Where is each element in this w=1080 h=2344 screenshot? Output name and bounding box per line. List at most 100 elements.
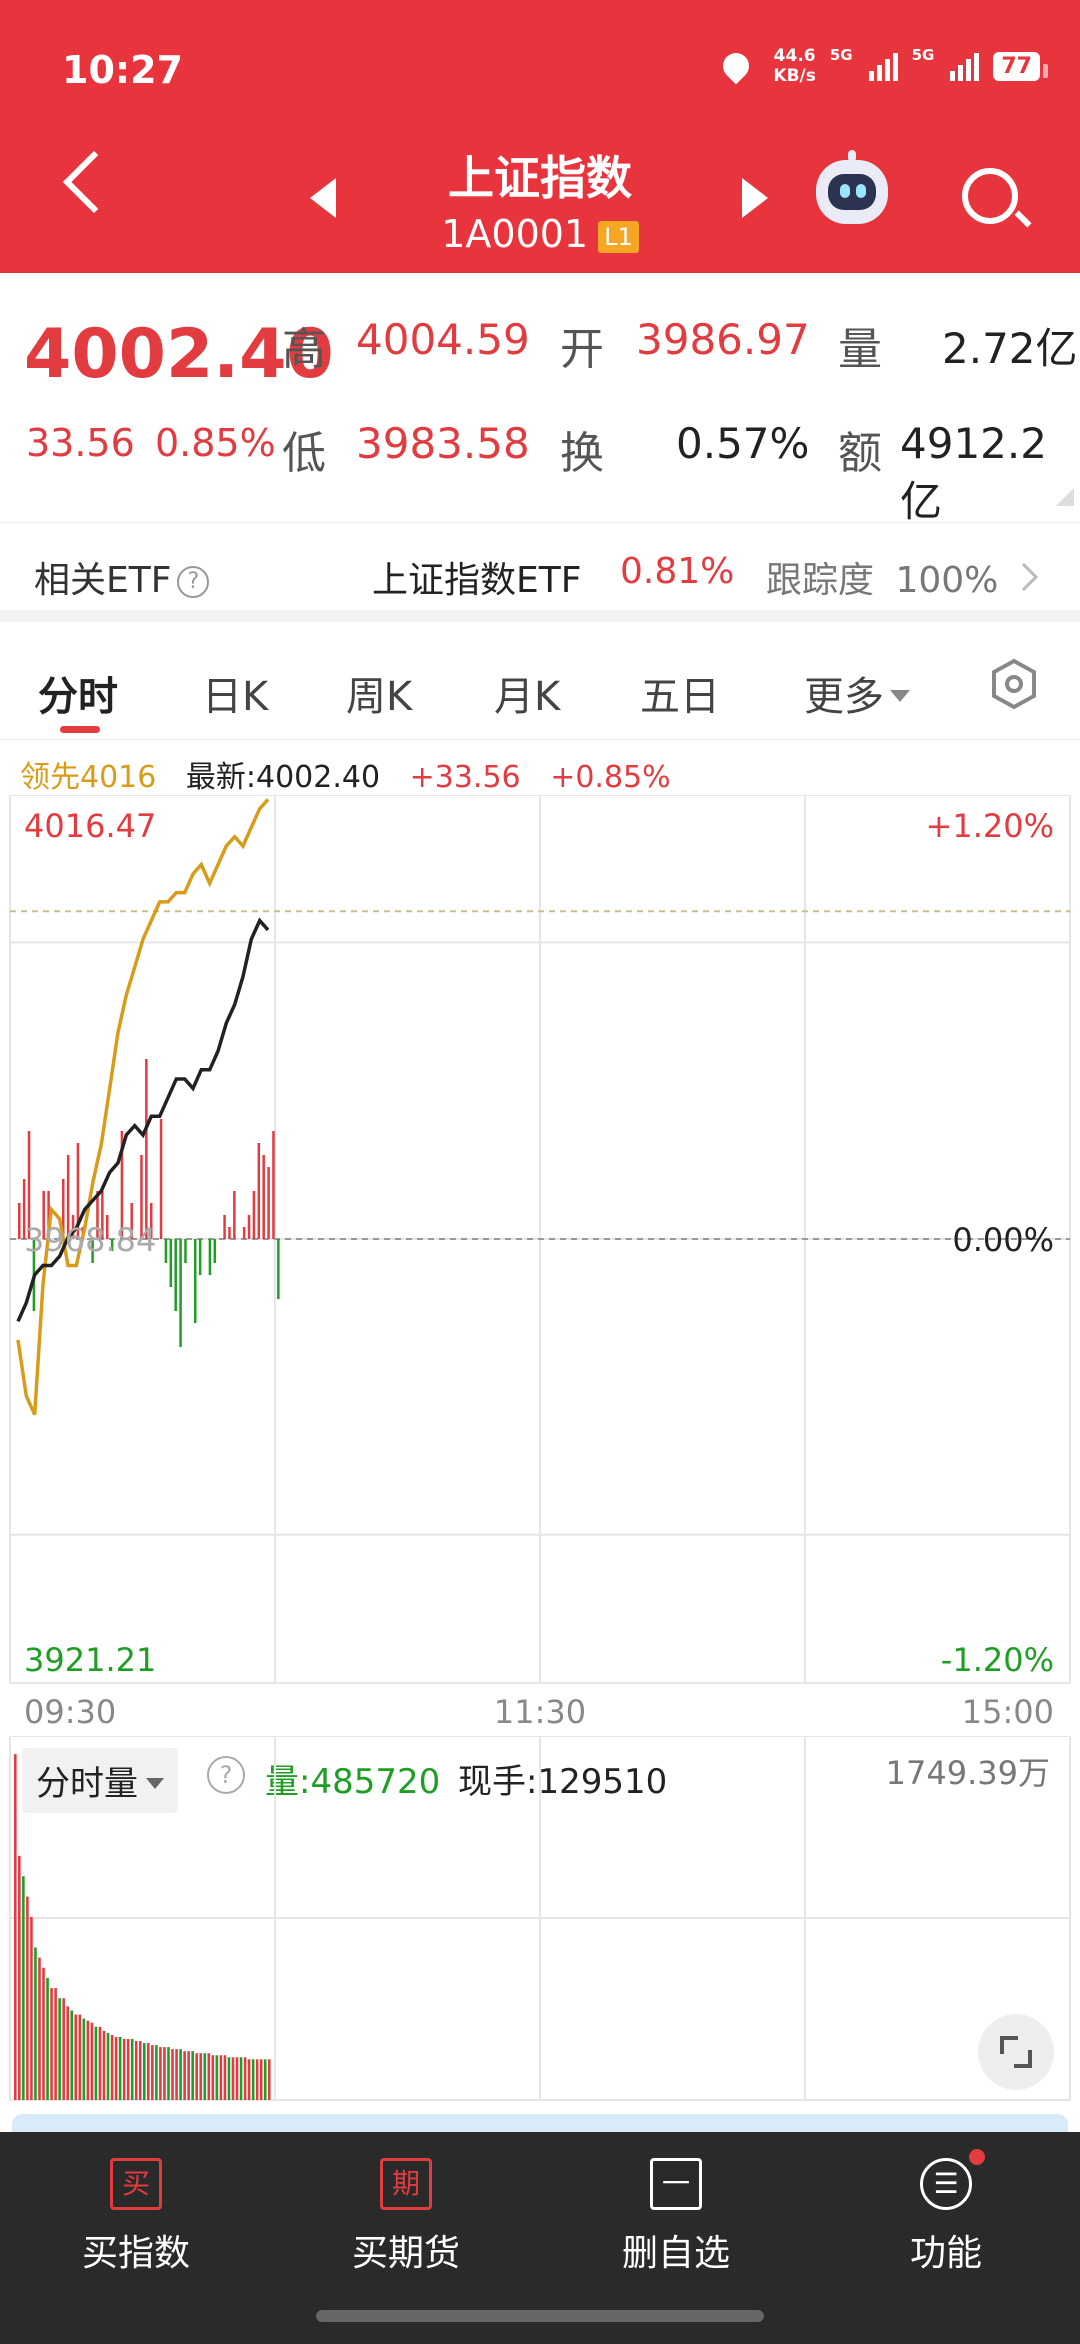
minus-box-icon: 一 bbox=[650, 2158, 702, 2210]
etf-tracking-value: 100% bbox=[895, 560, 999, 601]
volume-bar bbox=[46, 1977, 49, 2100]
breadth-bar bbox=[267, 1167, 270, 1239]
etf-pct: 0.81% bbox=[620, 551, 735, 592]
breadth-bar bbox=[272, 1131, 275, 1239]
volume-bar bbox=[171, 2049, 174, 2100]
sim2-label: 5G bbox=[911, 46, 935, 64]
info-icon[interactable]: ? bbox=[177, 566, 210, 598]
volume-bar bbox=[183, 2051, 186, 2100]
pct-label-bottom: -1.20% bbox=[941, 1641, 1054, 1679]
volume-bar bbox=[195, 2053, 199, 2100]
x-label-open: 09:30 bbox=[24, 1693, 116, 1731]
x-label-close: 15:00 bbox=[962, 1693, 1054, 1731]
futures-icon: 期 bbox=[380, 2158, 432, 2210]
volume-bar bbox=[14, 1754, 17, 2100]
volume-bar bbox=[138, 2041, 142, 2100]
volume-bar bbox=[126, 2038, 130, 2100]
open-value: 3986.97 bbox=[636, 315, 810, 364]
buy-futures-label: 买期货 bbox=[351, 2233, 460, 2274]
fullscreen-icon[interactable] bbox=[978, 2014, 1054, 2090]
status-bar-right: 44.6 KB/s 5G 5G 77 bbox=[718, 46, 1048, 86]
y-label-top: 4016.47 bbox=[24, 807, 156, 845]
etf-tracking: 跟踪度 100% bbox=[766, 551, 998, 603]
volume-bar bbox=[74, 2014, 78, 2100]
volume-bar bbox=[163, 2047, 166, 2100]
volume-bar bbox=[110, 2034, 114, 2100]
search-icon[interactable] bbox=[962, 168, 1018, 224]
volume-label: 量 bbox=[838, 324, 882, 375]
volume-bar bbox=[259, 2059, 263, 2100]
tab-monthly-k[interactable]: 月K bbox=[494, 664, 560, 722]
battery-icon: 77 bbox=[993, 51, 1048, 81]
breadth-bar bbox=[233, 1191, 236, 1239]
functions-button[interactable]: ☰ 功能 bbox=[846, 2149, 1046, 2276]
volume-bar bbox=[106, 2032, 110, 2100]
tab-more[interactable]: 更多 bbox=[804, 664, 910, 722]
volume-bar bbox=[155, 2045, 158, 2100]
menu-glyph: ☰ bbox=[933, 2167, 959, 2200]
breadth-bar bbox=[184, 1239, 187, 1263]
volume-bar bbox=[219, 2055, 223, 2100]
sim1-label: 5G bbox=[829, 46, 853, 64]
robot-assistant-icon[interactable] bbox=[816, 150, 888, 224]
related-etf-row[interactable]: 相关ETF? 上证指数ETF 0.81% 跟踪度 100% bbox=[0, 522, 1080, 622]
stock-code-text: 1A0001 bbox=[441, 212, 589, 256]
chart-legend: 领先4016 最新:4002.40 +33.56 +0.85% bbox=[20, 752, 691, 796]
expand-corner-icon[interactable] bbox=[1056, 488, 1074, 506]
volume-value: 2.72亿 bbox=[942, 324, 1078, 373]
low-value: 3983.58 bbox=[356, 419, 530, 468]
banner-strip bbox=[12, 2114, 1068, 2134]
location-icon bbox=[718, 47, 755, 85]
volume-bar bbox=[122, 2038, 126, 2100]
remove-watchlist-label: 删自选 bbox=[621, 2233, 730, 2274]
breadth-bar bbox=[194, 1239, 197, 1323]
volume-bar bbox=[159, 2047, 162, 2100]
related-etf-text: 相关ETF bbox=[34, 560, 172, 601]
volume-bar bbox=[118, 2036, 122, 2100]
series-line-0 bbox=[16, 798, 270, 1416]
tab-weekly-k[interactable]: 周K bbox=[346, 664, 412, 722]
bottom-nav: 买 买指数 期 买期货 一 删自选 ☰ 功能 bbox=[0, 2132, 1080, 2344]
open-label: 开 bbox=[560, 324, 604, 375]
etf-tracking-label: 跟踪度 bbox=[766, 560, 875, 601]
volume-bar bbox=[22, 1876, 25, 2100]
volume-bar bbox=[114, 2036, 118, 2100]
pct-label-mid: 0.00% bbox=[952, 1221, 1054, 1259]
amount-value: 4912.2亿 bbox=[900, 419, 1047, 526]
intraday-chart[interactable]: 4016.47 3968.84 3921.21 +1.20% 0.00% -1.20% 09… bbox=[0, 795, 1080, 1735]
volume-bar bbox=[267, 2059, 271, 2100]
volume-bar bbox=[207, 2053, 211, 2100]
volume-bar bbox=[38, 1957, 41, 2100]
etf-name: 上证指数ETF bbox=[372, 560, 582, 601]
volume-bar bbox=[263, 2059, 267, 2100]
volume-chart bbox=[9, 1736, 1071, 2101]
volume-bar bbox=[227, 2057, 231, 2100]
volume-bar bbox=[82, 2018, 86, 2100]
volume-bar bbox=[231, 2057, 235, 2100]
volume-bar bbox=[94, 2026, 98, 2100]
volume-bar bbox=[90, 2022, 94, 2100]
buy-index-button[interactable]: 买 买指数 bbox=[36, 2158, 236, 2276]
volume-bar bbox=[255, 2059, 259, 2100]
volume-bar bbox=[102, 2030, 106, 2100]
net-speed: 44.6 KB/s bbox=[773, 46, 815, 86]
settings-hex-icon[interactable] bbox=[988, 658, 1040, 710]
breadth-bar bbox=[242, 1227, 246, 1239]
tab-daily-k[interactable]: 日K bbox=[202, 664, 268, 722]
breadth-bar bbox=[257, 1143, 261, 1239]
tab-intraday[interactable]: 分时 bbox=[38, 664, 118, 722]
legend-lead: 领先4016 bbox=[20, 760, 157, 795]
volume-bar bbox=[130, 2038, 134, 2100]
breadth-bar bbox=[262, 1155, 265, 1239]
remove-watchlist-button[interactable]: 一 删自选 bbox=[576, 2158, 776, 2276]
y-label-bottom: 3921.21 bbox=[24, 1641, 156, 1679]
volume-bar bbox=[235, 2057, 239, 2100]
tab-five-day[interactable]: 五日 bbox=[640, 664, 720, 722]
buy-futures-button[interactable]: 期 买期货 bbox=[306, 2158, 506, 2276]
breadth-bar bbox=[198, 1239, 202, 1275]
volume-bar bbox=[78, 2014, 82, 2100]
next-stock-icon[interactable] bbox=[742, 178, 768, 218]
tab-more-label: 更多 bbox=[804, 674, 884, 720]
volume-bar bbox=[54, 1988, 57, 2100]
legend-change: +33.56 bbox=[409, 760, 521, 795]
